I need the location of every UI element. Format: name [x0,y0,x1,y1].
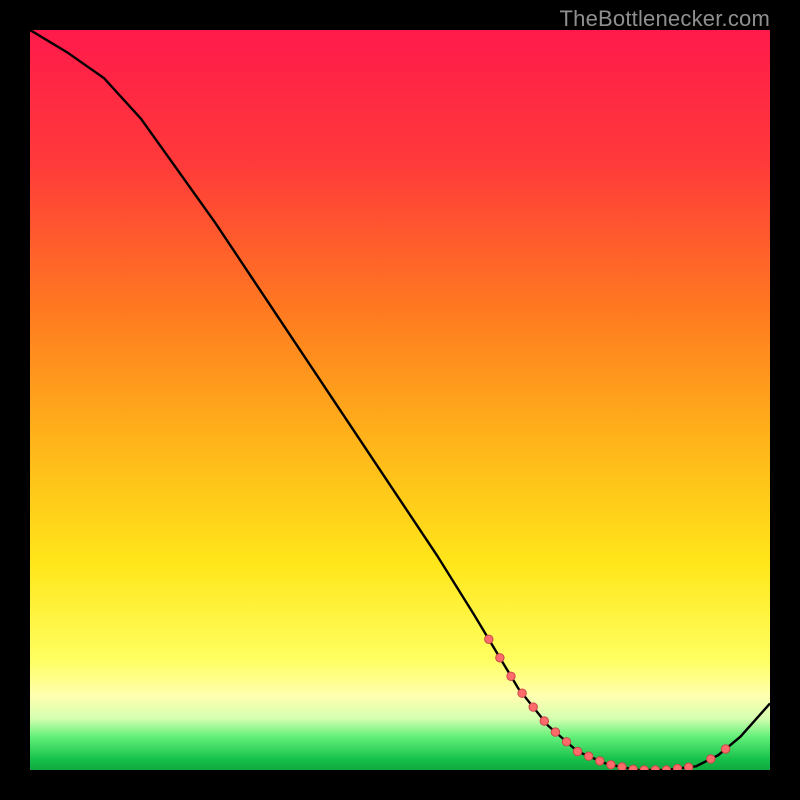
curve-marker [607,761,615,769]
plot-area [30,30,770,770]
curve-marker [721,745,729,753]
curve-marker [585,752,593,760]
curve-marker [651,766,659,770]
curve-marker [573,747,581,755]
curve-marker [485,635,493,643]
curve-marker [673,764,681,770]
curve-marker [662,766,670,770]
gradient-background [30,30,770,770]
curve-marker [629,765,637,770]
curve-marker [640,766,648,770]
curve-marker [562,738,570,746]
curve-marker [540,717,548,725]
chart-svg [30,30,770,770]
curve-marker [507,672,515,680]
curve-marker [518,689,526,697]
curve-marker [529,703,537,711]
curve-marker [496,654,504,662]
curve-marker [618,763,626,770]
curve-marker [707,755,715,763]
attribution-text: TheBottlenecker.com [560,6,770,32]
curve-marker [551,728,559,736]
curve-marker [596,757,604,765]
curve-marker [684,763,692,770]
chart-stage: TheBottlenecker.com [0,0,800,800]
